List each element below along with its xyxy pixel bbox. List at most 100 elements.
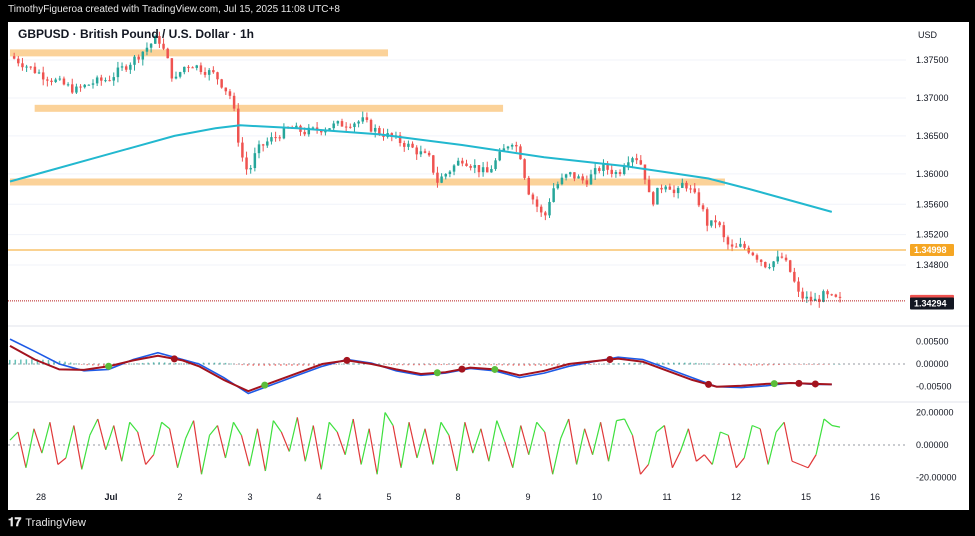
oscillator-segment <box>209 425 218 436</box>
candle-body <box>527 177 530 195</box>
candle-body <box>145 47 149 52</box>
candle-body <box>494 160 497 170</box>
footer: 𝟏𝟕 TradingView <box>8 515 86 530</box>
macd-hist-bar <box>175 363 177 365</box>
macd-hist-bar <box>673 362 675 365</box>
oscillator-segment <box>456 422 466 472</box>
macd-hist-bar <box>86 364 88 366</box>
time-tick-label: 3 <box>247 492 252 502</box>
candle-body <box>743 243 746 248</box>
price-tick-label: 1.35600 <box>916 199 949 209</box>
candle-body <box>564 174 568 178</box>
macd-hist-bar <box>590 364 592 365</box>
macd-hist-bar <box>92 364 94 366</box>
oscillator-segment <box>576 428 586 465</box>
macd-hist-bar <box>235 364 238 365</box>
macd-hist-bar <box>695 362 697 365</box>
time-tick-label: 4 <box>316 492 321 502</box>
candle-body <box>71 84 74 93</box>
oscillator-segment <box>711 431 721 465</box>
macd-hist-bar <box>556 364 559 366</box>
candle-body <box>183 66 186 73</box>
candle-body <box>652 192 655 205</box>
candle-body <box>456 160 460 166</box>
candle-body <box>535 199 539 207</box>
candle-body <box>490 169 493 173</box>
macd-hist-bar <box>418 364 420 366</box>
oscillator-segment <box>416 428 426 459</box>
oscillator-segment <box>145 454 155 465</box>
time-tick-label: 11 <box>662 492 671 502</box>
candle-body <box>614 172 618 174</box>
candle-body <box>228 91 232 96</box>
candle-body <box>830 294 833 296</box>
macd-hist-bar <box>833 364 835 365</box>
macd-hist-bar <box>700 363 703 365</box>
oscillator-segment <box>448 435 458 472</box>
macd-hist-bar <box>540 364 542 366</box>
oscillator-segment <box>695 454 705 462</box>
macd-hist-bar <box>794 364 797 365</box>
macd-hist-bar <box>64 361 66 365</box>
macd-hist-bar <box>424 364 426 366</box>
oscillator-segment <box>432 422 442 465</box>
candle-body <box>822 291 825 302</box>
candle-body <box>83 84 86 88</box>
oscillator-segment <box>767 431 777 465</box>
footer-brand[interactable]: TradingView <box>25 517 86 529</box>
candle-body <box>531 194 535 200</box>
macd-hist-bar <box>219 362 221 365</box>
macd-hist-bar <box>285 364 288 366</box>
oscillator-segment <box>288 417 298 452</box>
candle-body <box>253 153 257 169</box>
candle-body <box>191 67 194 69</box>
candle-body <box>195 65 198 68</box>
candle-body <box>797 281 800 292</box>
oscillator-segment <box>272 420 282 433</box>
candle-body <box>548 201 551 216</box>
candle-body <box>440 176 443 183</box>
candle-body <box>120 66 124 68</box>
candle-body <box>610 169 613 174</box>
currency-label: USD <box>918 30 938 40</box>
candle-body <box>705 209 709 226</box>
oscillator-segment <box>33 428 43 454</box>
candle-body <box>826 291 829 295</box>
macd-hist-bar <box>130 363 133 365</box>
candle-body <box>788 260 792 272</box>
chart-svg[interactable]: GBPUSD · British Pound / U.S. Dollar · 1… <box>8 22 969 510</box>
oscillator-segment <box>775 421 785 433</box>
time-tick-label: 8 <box>455 492 460 502</box>
candle-body <box>735 246 738 248</box>
candle-body <box>801 291 804 299</box>
candles <box>12 31 842 308</box>
time-axis[interactable]: 28 Jul 2 3 4 5 8 9 10 11 12 15 16 <box>36 492 880 502</box>
macd-hist-bar <box>733 364 736 366</box>
candle-body <box>681 182 684 188</box>
candle-body <box>664 186 667 190</box>
tradingview-logo-icon[interactable]: 𝟏𝟕 <box>8 515 21 530</box>
oscillator-segment <box>200 435 211 475</box>
candle-body <box>776 256 779 262</box>
macd-crossover-dot <box>491 365 499 373</box>
candle-body <box>465 163 468 167</box>
oscillator-segment <box>185 420 195 439</box>
macd-hist-bar <box>307 364 310 366</box>
macd-hist-bar <box>457 364 459 366</box>
candle-body <box>473 165 477 168</box>
oscillator-segment <box>264 420 274 472</box>
candle-body <box>432 155 435 173</box>
macd-hist-bar <box>507 364 509 366</box>
macd-pane: 0.00500 0.00000 -0.00500 <box>8 336 952 395</box>
macd-hist-bar <box>661 362 664 365</box>
candle-body <box>486 167 489 173</box>
macd-hist-bar <box>816 364 819 365</box>
macd-hist-bar <box>136 363 138 365</box>
macd-hist-bar <box>772 364 775 366</box>
candle-body <box>137 56 140 60</box>
candle-body <box>141 51 145 60</box>
candle-body <box>62 78 66 85</box>
price-tick-label: 1.37000 <box>916 93 949 103</box>
macd-hist-bar <box>728 364 730 366</box>
oscillator-segment <box>616 418 625 422</box>
